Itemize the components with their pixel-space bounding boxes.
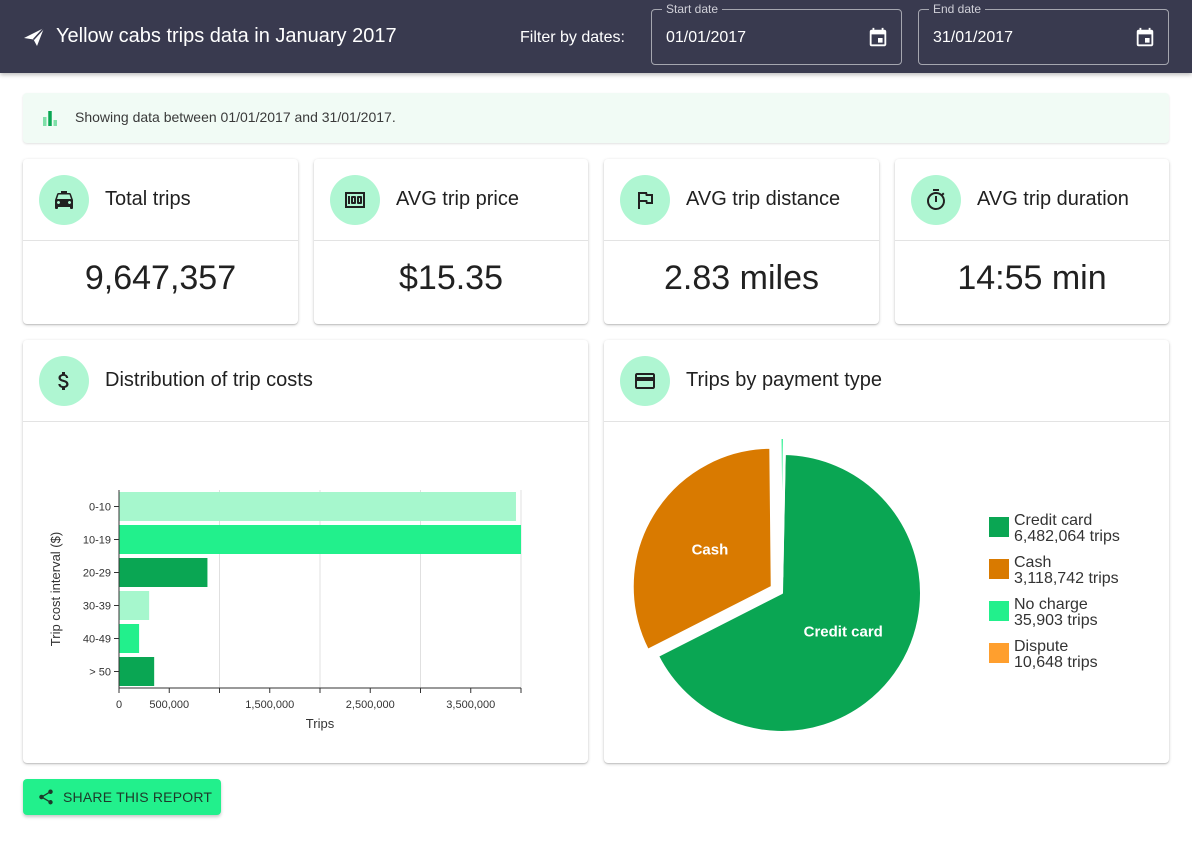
dollar-icon xyxy=(58,372,69,390)
card-header: Trips by payment type xyxy=(604,340,1169,422)
y-tick-label: 20-29 xyxy=(83,568,111,580)
legend-count: 10,648 trips xyxy=(1014,654,1098,671)
stat-value: 14:55 min xyxy=(957,259,1107,297)
card-title: Trips by payment type xyxy=(686,369,883,391)
card-title: AVG trip price xyxy=(396,188,519,210)
timer-icon xyxy=(927,189,945,210)
avatar xyxy=(620,175,670,225)
bar-chart-icon xyxy=(43,111,57,126)
y-tick-label: 10-19 xyxy=(83,535,111,547)
x-tick-label: 500,000 xyxy=(149,699,189,711)
end-date-field[interactable]: End date 31/01/2017 xyxy=(918,2,1169,65)
start-date-value[interactable]: 01/01/2017 xyxy=(666,29,746,47)
card-header: Distribution of trip costs xyxy=(23,340,588,422)
legend-count: 6,482,064 trips xyxy=(1014,528,1120,545)
legend-count: 3,118,742 trips xyxy=(1014,570,1119,587)
bar xyxy=(119,624,140,653)
card-header: Total trips xyxy=(23,159,298,241)
car-icon xyxy=(55,191,73,209)
start-date-field[interactable]: Start date 01/01/2017 xyxy=(651,2,902,65)
end-date-value[interactable]: 31/01/2017 xyxy=(933,29,1013,47)
y-tick-label: 30-39 xyxy=(83,601,111,613)
stat-value: 9,647,357 xyxy=(84,259,237,297)
stat-card-avg-duration: AVG trip duration 14:55 min xyxy=(895,159,1169,324)
stat-value: 2.83 miles xyxy=(664,259,819,297)
x-tick-label: 3,500,000 xyxy=(446,699,495,711)
calendar-icon[interactable] xyxy=(1134,27,1156,49)
bar xyxy=(119,657,155,686)
stat-card-avg-distance: AVG trip distance 2.83 miles xyxy=(604,159,879,324)
legend-swatch xyxy=(989,517,1009,537)
avatar xyxy=(39,356,89,406)
calendar-icon[interactable] xyxy=(867,27,889,49)
app-bar: Yellow cabs trips data in January 2017 F… xyxy=(0,0,1192,73)
bar xyxy=(119,591,150,620)
avatar xyxy=(620,356,670,406)
share-label: SHARE THIS REPORT xyxy=(63,789,213,805)
avatar xyxy=(911,175,961,225)
pie-slice-label: Credit card xyxy=(804,623,883,640)
start-date-label: Start date xyxy=(662,2,723,16)
bar xyxy=(119,492,516,521)
filter-label: Filter by dates: xyxy=(520,29,625,46)
payment-type-card: Trips by payment type Credit card Cash Cr… xyxy=(604,340,1169,763)
card-title: Total trips xyxy=(105,188,191,210)
x-tick-label: 2,500,000 xyxy=(346,699,395,711)
x-axis-label: Trips xyxy=(306,716,335,731)
y-tick-label: 0-10 xyxy=(89,502,111,514)
legend-swatch xyxy=(989,601,1009,621)
money-icon xyxy=(345,192,365,208)
legend-swatch xyxy=(989,559,1009,579)
card-title: Distribution of trip costs xyxy=(105,369,313,391)
x-tick-label: 0 xyxy=(116,699,122,711)
legend-swatch xyxy=(989,643,1009,663)
cost-distribution-card: Distribution of trip costs 0-10 10-19 20-2… xyxy=(23,340,588,763)
stat-value: $15.35 xyxy=(399,259,503,297)
end-date-label: End date xyxy=(929,2,986,16)
card-header: AVG trip price xyxy=(314,159,588,241)
card-header: AVG trip distance xyxy=(604,159,879,241)
bar xyxy=(119,558,208,587)
y-tick-label: 40-49 xyxy=(83,634,111,646)
app-title: Yellow cabs trips data in January 2017 xyxy=(56,25,397,47)
share-icon xyxy=(39,789,53,805)
stat-card-avg-price: AVG trip price $15.35 xyxy=(314,159,588,324)
info-text: Showing data between 01/01/2017 and 31/0… xyxy=(75,109,396,125)
card-title: AVG trip distance xyxy=(686,188,841,210)
paper-plane-icon xyxy=(24,27,45,46)
x-tick-label: 1,500,000 xyxy=(245,699,294,711)
share-report-button[interactable]: SHARE THIS REPORT xyxy=(23,779,221,815)
y-tick-label: > 50 xyxy=(89,667,111,679)
flag-icon xyxy=(638,192,653,209)
bar xyxy=(119,525,521,554)
info-alert: Showing data between 01/01/2017 and 31/0… xyxy=(23,93,1169,143)
stat-card-total-trips: Total trips 9,647,357 xyxy=(23,159,298,324)
avatar xyxy=(39,175,89,225)
avatar xyxy=(330,175,380,225)
payment-pie-chart: Credit card Cash xyxy=(631,437,922,733)
bar-chart-area: 0-10 10-19 20-29 30-39 40-49 > 50 0 500,000 1,50… xyxy=(23,423,588,763)
card-title: AVG trip duration xyxy=(977,188,1129,210)
pie-slice-label: Cash xyxy=(692,541,729,558)
y-axis-label: Trip cost interval ($) xyxy=(48,532,63,646)
pie-chart-area: Credit card Cash Credit card 6,482,064 tr… xyxy=(604,423,1169,763)
trip-cost-bar-chart: 0-10 10-19 20-29 30-39 40-49 > 50 0 500,000 1,50… xyxy=(48,490,522,731)
legend-count: 35,903 trips xyxy=(1014,612,1098,629)
credit-card-icon xyxy=(635,373,655,389)
card-header: AVG trip duration xyxy=(895,159,1169,241)
